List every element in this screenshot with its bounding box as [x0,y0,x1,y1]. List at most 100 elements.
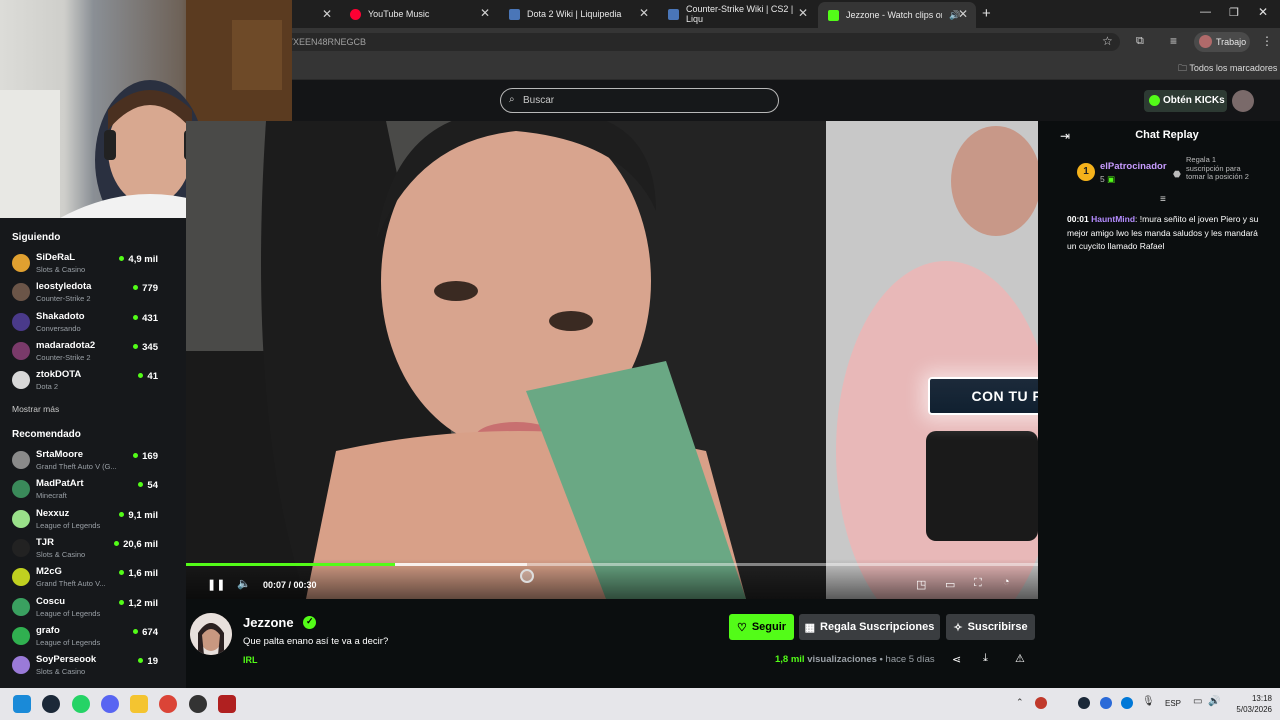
show-more-link[interactable]: Mostrar más [12,404,59,414]
start-icon[interactable] [13,695,31,713]
channel-category: Slots & Casino [36,667,86,677]
chat-title: Chat Replay [1135,129,1199,141]
microphone-icon[interactable]: 🎙 [1142,696,1155,707]
sidebar-channel-item[interactable]: leostyledota Counter-Strike 2 779 [12,279,160,307]
user-avatar[interactable] [1232,90,1254,112]
theater-mode-icon[interactable]: ▭ [945,578,955,591]
sidebar-channel-item[interactable]: Coscu League of Legends 1,2 mil [12,594,160,622]
steam-icon[interactable] [42,695,60,713]
sidebar-channel-item[interactable]: MadPatArt Minecraft 54 [12,476,160,504]
sidebar-channel-item[interactable]: ztokDOTA Dota 2 41 [12,367,160,395]
share-icon[interactable]: ⋖ [952,653,961,666]
tray-app-icon[interactable] [1035,697,1047,709]
extensions-icon[interactable]: ⧉ [1136,35,1144,48]
download-icon[interactable]: ⤓ [983,652,988,665]
clock-time: 13:18 [1251,694,1272,703]
volume-icon[interactable]: 🔈 [237,577,251,590]
fullscreen-icon[interactable]: ⛶ [974,577,982,590]
sponsor-name[interactable]: elPatrocinador [1100,161,1167,172]
subscribe-button[interactable]: ✧ Suscribirse [946,614,1035,640]
bookmarks-label: Todos los marcadores [1189,63,1278,73]
pause-icon[interactable]: ❚❚ [207,578,225,591]
bookmark-star-icon[interactable]: ☆ [1102,34,1113,48]
taskbar-clock[interactable]: 13:18 5/03/2026 [1228,693,1272,715]
sponsor-gift-text[interactable]: Regala 1 suscripción para tomar la posic… [1186,155,1254,182]
obs-icon[interactable] [189,695,207,713]
category-link[interactable]: IRL [243,655,258,665]
channel-name: Nexxuz [36,507,70,519]
close-window-button[interactable]: ✕ [1258,5,1268,19]
media-control-icon[interactable]: ≡ [1170,34,1177,48]
tray-steam-icon[interactable] [1078,697,1090,709]
report-icon[interactable]: ⚠ [1015,652,1025,665]
volume-tray-icon[interactable]: 🔊 [1208,696,1220,707]
pip-icon[interactable]: ◳ [916,578,926,591]
get-kicks-button[interactable]: Obtén KICKs [1144,90,1227,112]
speed-icon[interactable]: ◔ [1003,576,1010,588]
following-heading: Siguiendo [12,232,61,243]
channel-name: leostyledota [36,281,92,293]
tab-close-icon[interactable]: ✕ [958,8,968,20]
tab-cs-wiki[interactable]: Counter-Strike Wiki | CS2 | Liqu ✕ [658,0,816,28]
language-indicator[interactable]: ESP [1165,699,1181,708]
file-explorer-icon[interactable] [130,695,148,713]
avatar [12,480,30,499]
sidebar-channel-item[interactable]: SrtaMoore Grand Theft Auto V (G... 169 [12,447,160,475]
restore-button[interactable]: ❐ [1229,6,1239,19]
channel-category: Counter-Strike 2 [36,294,91,304]
views-label: visualizaciones [807,654,877,665]
gift-subs-button[interactable]: ▦ Regala Suscripciones [799,614,940,640]
tab-label: Dota 2 Wiki | Liquipedia [527,9,622,19]
tab-close-icon[interactable]: ✕ [480,7,490,19]
subscribe-label: Suscribirse [967,621,1028,633]
whatsapp-icon[interactable] [72,695,90,713]
dota2-icon[interactable] [218,695,236,713]
avatar [12,341,30,360]
profile-button[interactable]: Trabajo [1194,32,1250,52]
message-user[interactable]: HauntMind [1091,214,1135,224]
viewer-count: 431 [133,313,158,324]
sponsor-rank-badge: 1 [1077,163,1095,181]
sidebar-channel-item[interactable]: SoyPerseook Slots & Casino 19 [12,652,160,680]
gift-icon: ▣ [1107,174,1116,184]
video-frame [186,121,1038,599]
bluetooth-icon[interactable] [1121,697,1133,709]
video-player[interactable] [186,121,1038,599]
tab-close-icon[interactable]: ✕ [798,7,808,19]
channel-avatar[interactable] [190,613,232,655]
views-line: 1,8 mil visualizaciones • hace 5 días [775,654,935,665]
expand-sponsors-icon[interactable]: ≡ [1160,194,1166,205]
avatar [12,597,30,616]
tab-jezzone-kick[interactable]: Jezzone - Watch clips on Ki 🔊 ✕ [818,2,976,28]
tab-close-icon[interactable]: ✕ [322,7,332,21]
follow-button[interactable]: ♡ Seguir [729,614,794,640]
search-placeholder: Buscar [523,95,555,106]
tray-app-icon[interactable] [1100,697,1112,709]
time-total: 00:30 [293,580,317,590]
sidebar-channel-item[interactable]: grafo League of Legends 674 [12,623,160,651]
tab-dota2-wiki[interactable]: Dota 2 Wiki | Liquipedia ✕ [499,0,657,28]
url-field[interactable]: 7XEEN48RNEGCB [278,33,1120,51]
sidebar-channel-item[interactable]: SiDeRaL Slots & Casino 4,9 mil [12,250,160,278]
channel-name: madaradota2 [36,339,96,351]
tab-close-icon[interactable]: ✕ [639,7,649,19]
network-icon[interactable]: ▭ [1193,696,1202,707]
sidebar-channel-item[interactable]: madaradota2 Counter-Strike 2 345 [12,338,160,366]
tab-youtube-music[interactable]: YouTube Music ✕ [340,0,498,28]
sidebar-channel-item[interactable]: Shakadoto Conversando 431 [12,309,160,337]
channel-name[interactable]: Jezzone [243,615,294,630]
discord-icon[interactable] [101,695,119,713]
sidebar-channel-item[interactable]: TJR Slots & Casino 20,6 mil [12,535,160,563]
time-display: 00:07 / 00:30 [263,580,317,590]
scrub-handle[interactable] [519,569,534,583]
chrome-icon[interactable] [159,695,177,713]
all-bookmarks-button[interactable]: 🗀 Todos los marcadores [1178,61,1277,77]
new-tab-button[interactable]: + [982,5,991,22]
more-menu-icon[interactable]: ⋮ [1261,34,1273,48]
tray-chevron-icon[interactable]: ⌃ [1016,697,1024,708]
gift-sub-icon: ⬣ [1173,169,1181,179]
sidebar-channel-item[interactable]: M2cG Grand Theft Auto V... 1,6 mil [12,564,160,592]
search-input[interactable]: ⌕ Buscar [500,88,779,113]
sidebar-channel-item[interactable]: Nexxuz League of Legends 9,1 mil [12,506,160,534]
minimize-button[interactable]: — [1200,6,1211,18]
